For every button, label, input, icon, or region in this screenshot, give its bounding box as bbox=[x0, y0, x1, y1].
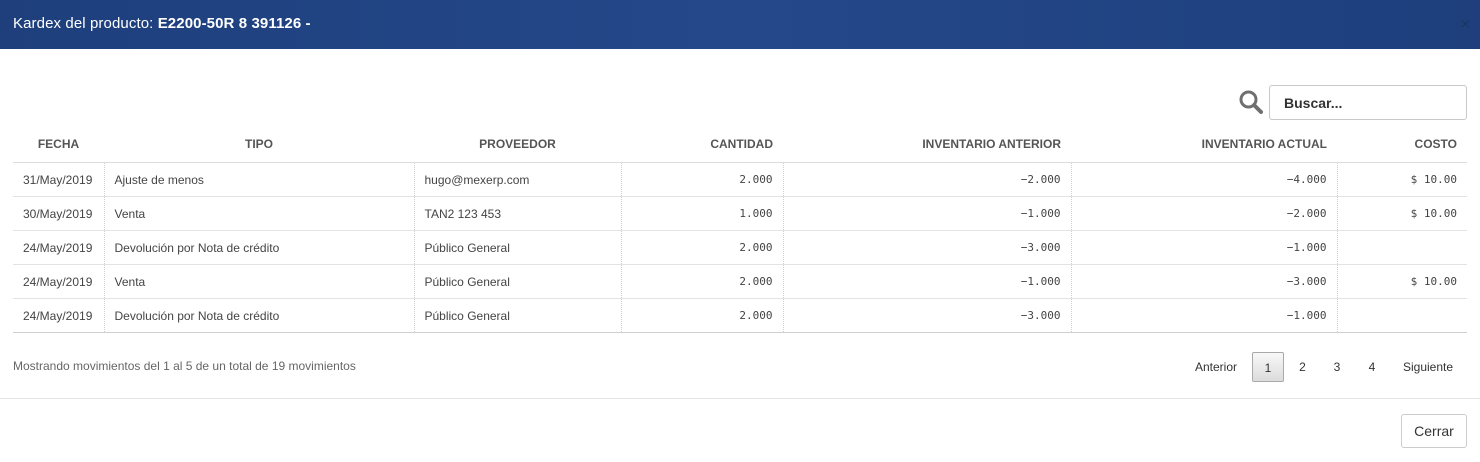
cell-inventario-actual: −3.000 bbox=[1070, 264, 1337, 299]
cell-cantidad: 2.000 bbox=[620, 298, 783, 333]
pagination-page-3[interactable]: 3 bbox=[1321, 352, 1353, 382]
column-header-fecha[interactable]: FECHA bbox=[13, 126, 104, 163]
pagination-info: Mostrando movimientos del 1 al 5 de un t… bbox=[13, 359, 356, 373]
cell-tipo: Devolución por Nota de crédito bbox=[103, 230, 414, 265]
cell-proveedor: Público General bbox=[413, 230, 621, 265]
pagination-next-button[interactable]: Siguiente bbox=[1394, 352, 1462, 382]
pagination-page-2[interactable]: 2 bbox=[1287, 352, 1318, 382]
search-icon[interactable] bbox=[1238, 89, 1264, 115]
cell-fecha: 24/May/2019 bbox=[13, 264, 104, 299]
cell-costo: $ 10.00 bbox=[1336, 264, 1467, 299]
pagination-prev-button[interactable]: Anterior bbox=[1180, 352, 1252, 382]
cell-costo: $ 10.00 bbox=[1336, 196, 1467, 231]
cell-cantidad: 2.000 bbox=[620, 264, 783, 299]
search-input[interactable] bbox=[1269, 85, 1467, 120]
footer-divider bbox=[0, 398, 1480, 399]
modal-title-prefix: Kardex del producto: bbox=[13, 15, 158, 32]
cell-costo bbox=[1336, 230, 1467, 265]
table-row: 24/May/2019 Venta Público General 2.000 … bbox=[13, 264, 1467, 299]
cell-costo bbox=[1336, 298, 1467, 333]
cell-tipo: Venta bbox=[103, 264, 414, 299]
cell-cantidad: 2.000 bbox=[620, 230, 783, 265]
kardex-table: FECHA TIPO PROVEEDOR CANTIDAD INVENTARIO… bbox=[13, 126, 1467, 333]
cell-proveedor: Público General bbox=[413, 264, 621, 299]
modal-header: Kardex del producto: E2200-50R 8 391126 … bbox=[0, 0, 1480, 49]
cell-inventario-anterior: −1.000 bbox=[782, 264, 1071, 299]
cell-inventario-actual: −1.000 bbox=[1070, 298, 1337, 333]
cell-cantidad: 1.000 bbox=[620, 196, 783, 231]
column-header-inventario-actual[interactable]: INVENTARIO ACTUAL bbox=[1071, 126, 1337, 163]
cell-proveedor: Público General bbox=[413, 298, 621, 333]
cell-proveedor: TAN2 123 453 bbox=[413, 196, 621, 231]
cell-tipo: Venta bbox=[103, 196, 414, 231]
cell-inventario-anterior: −2.000 bbox=[782, 162, 1071, 197]
column-header-cantidad[interactable]: CANTIDAD bbox=[621, 126, 783, 163]
table-row: 31/May/2019 Ajuste de menos hugo@mexerp.… bbox=[13, 162, 1467, 197]
cell-tipo: Devolución por Nota de crédito bbox=[103, 298, 414, 333]
cell-fecha: 24/May/2019 bbox=[13, 298, 104, 333]
modal-title: Kardex del producto: E2200-50R 8 391126 … bbox=[13, 15, 311, 32]
cell-fecha: 31/May/2019 bbox=[13, 162, 104, 197]
modal-title-product: E2200-50R 8 391126 - bbox=[157, 15, 311, 32]
column-header-costo[interactable]: COSTO bbox=[1337, 126, 1467, 163]
column-header-inventario-anterior[interactable]: INVENTARIO ANTERIOR bbox=[783, 126, 1071, 163]
close-icon[interactable]: × bbox=[1461, 17, 1470, 33]
cell-inventario-actual: −2.000 bbox=[1070, 196, 1337, 231]
close-button[interactable]: Cerrar bbox=[1401, 414, 1467, 448]
table-row: 24/May/2019 Devolución por Nota de crédi… bbox=[13, 298, 1467, 333]
table-header-row: FECHA TIPO PROVEEDOR CANTIDAD INVENTARIO… bbox=[13, 126, 1467, 163]
cell-tipo: Ajuste de menos bbox=[103, 162, 414, 197]
column-header-tipo[interactable]: TIPO bbox=[104, 126, 414, 163]
pagination-page-1[interactable]: 1 bbox=[1252, 352, 1284, 382]
cell-cantidad: 2.000 bbox=[620, 162, 783, 197]
cell-inventario-anterior: −3.000 bbox=[782, 230, 1071, 265]
cell-inventario-actual: −1.000 bbox=[1070, 230, 1337, 265]
cell-fecha: 30/May/2019 bbox=[13, 196, 104, 231]
cell-inventario-anterior: −3.000 bbox=[782, 298, 1071, 333]
cell-inventario-anterior: −1.000 bbox=[782, 196, 1071, 231]
table-row: 24/May/2019 Devolución por Nota de crédi… bbox=[13, 230, 1467, 265]
column-header-proveedor[interactable]: PROVEEDOR bbox=[414, 126, 621, 163]
cell-proveedor: hugo@mexerp.com bbox=[413, 162, 621, 197]
cell-inventario-actual: −4.000 bbox=[1070, 162, 1337, 197]
table-row: 30/May/2019 Venta TAN2 123 453 1.000 −1.… bbox=[13, 196, 1467, 231]
pagination-page-4[interactable]: 4 bbox=[1356, 352, 1388, 382]
cell-costo: $ 10.00 bbox=[1336, 162, 1467, 197]
cell-fecha: 24/May/2019 bbox=[13, 230, 104, 265]
